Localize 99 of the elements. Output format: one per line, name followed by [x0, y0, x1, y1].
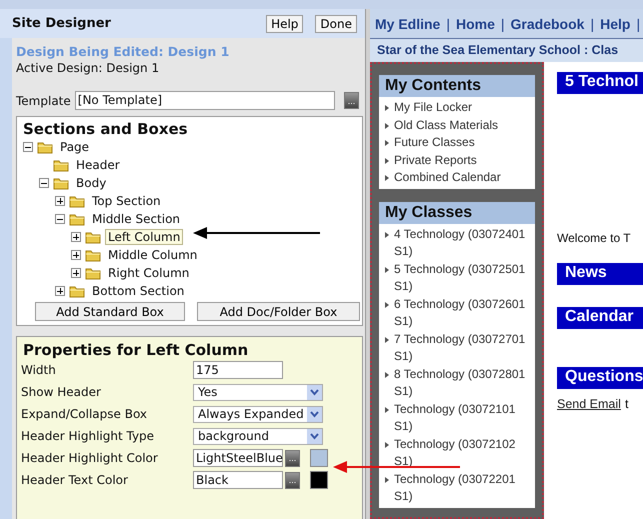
section-heading: Calendar: [557, 307, 643, 329]
chevron-down-icon: [307, 428, 322, 444]
welcome-text: Welcome to T: [557, 231, 632, 245]
browse-button[interactable]: ...: [285, 450, 300, 466]
collapse-icon[interactable]: [55, 214, 65, 224]
dropdown[interactable]: background: [193, 428, 323, 444]
tree-item[interactable]: Middle Section: [89, 211, 184, 227]
expand-icon[interactable]: [55, 286, 65, 296]
box-link[interactable]: Technology (03072201 S1): [394, 470, 531, 506]
school-bar: Star of the Sea Elementary School : Clas: [370, 39, 643, 62]
bullet-icon: [385, 140, 389, 146]
nav-link[interactable]: Home: [456, 16, 495, 32]
expand-icon[interactable]: [55, 196, 65, 206]
email-link[interactable]: Send Email: [557, 397, 621, 411]
tree-item[interactable]: Bottom Section: [89, 283, 188, 299]
collapse-icon[interactable]: [39, 178, 49, 188]
property-label: Header Highlight Type: [21, 428, 156, 445]
property-label: Header Text Color: [21, 472, 129, 489]
expand-icon[interactable]: [71, 232, 81, 242]
box-link[interactable]: Old Class Materials: [394, 116, 498, 134]
box-header: My Classes: [379, 202, 535, 224]
property-label: Show Header: [21, 384, 102, 401]
box-link[interactable]: 4 Technology (03072401 S1): [394, 226, 531, 260]
header-button[interactable]: Done: [315, 14, 357, 32]
folder-icon: [85, 248, 101, 262]
property-label: Width: [21, 362, 57, 379]
nav-link[interactable]: My Edline: [375, 16, 440, 32]
folder-icon: [85, 230, 101, 244]
tree-item[interactable]: Left Column: [105, 229, 184, 245]
tree-item[interactable]: Top Section: [89, 193, 164, 209]
box-link[interactable]: 5 Technology (03072501 S1): [394, 260, 531, 296]
box-link[interactable]: Combined Calendar: [394, 169, 501, 186]
bullet-icon: [385, 336, 389, 342]
section-title: Sections and Boxes: [23, 120, 189, 138]
template-field[interactable]: [No Template]: [74, 91, 335, 110]
folder-icon: [69, 194, 85, 208]
field-label: Template: [16, 94, 71, 108]
nav-link[interactable]: Gradebook: [510, 16, 584, 32]
section-heading: News: [557, 263, 643, 285]
bullet-icon: [385, 372, 389, 378]
browse-button[interactable]: ...: [344, 92, 359, 109]
box-link[interactable]: My File Locker: [394, 99, 472, 116]
add-box-button[interactable]: Add Doc/Folder Box: [197, 302, 360, 321]
link-text: t: [624, 397, 628, 411]
section-heading: Questions: [557, 367, 643, 389]
separator: |: [446, 16, 450, 32]
bullet-icon: [385, 302, 389, 308]
separator: |: [636, 16, 640, 32]
folder-icon: [53, 158, 69, 172]
design-being-edited: Design Being Edited: Design 1: [16, 44, 230, 59]
text-field[interactable]: 175: [193, 361, 283, 379]
property-label: Header Highlight Color: [21, 450, 159, 467]
expand-icon[interactable]: [71, 268, 81, 278]
bullet-icon: [385, 232, 389, 238]
active-design: Active Design: Design 1: [16, 61, 160, 75]
tree-item[interactable]: Page: [57, 139, 92, 155]
bullet-icon: [385, 175, 389, 181]
box-link[interactable]: 7 Technology (03072701 S1): [394, 330, 531, 366]
browse-button[interactable]: ...: [285, 472, 300, 488]
folder-icon: [53, 176, 69, 190]
box-link[interactable]: Technology (03072102 S1): [394, 436, 531, 470]
separator: |: [500, 16, 505, 32]
box-header: My Contents: [379, 75, 535, 97]
folder-icon: [37, 140, 53, 154]
bullet-icon: [385, 105, 389, 111]
chevron-down-icon: [307, 406, 322, 422]
folder-icon: [85, 266, 101, 280]
panel-title: Site Designer: [12, 16, 112, 31]
tree-item[interactable]: Body: [73, 175, 110, 191]
separator: |: [590, 16, 594, 32]
nav-link[interactable]: Help: [600, 16, 630, 32]
dropdown[interactable]: Always Expanded: [193, 406, 323, 422]
dropdown[interactable]: Yes: [193, 384, 323, 400]
bullet-icon: [385, 476, 389, 482]
folder-icon: [69, 284, 85, 298]
bullet-icon: [385, 158, 389, 164]
chevron-down-icon: [307, 384, 322, 400]
box-link[interactable]: Technology (03072101 S1): [394, 400, 531, 436]
text-field[interactable]: Black: [193, 471, 283, 489]
collapse-icon[interactable]: [23, 142, 33, 152]
bullet-icon: [385, 122, 389, 128]
text-field[interactable]: LightSteelBlue: [193, 449, 283, 467]
section-heading: 5 Technol: [557, 72, 643, 94]
bullet-icon: [385, 266, 389, 272]
header-button[interactable]: Help: [266, 14, 304, 32]
bullet-icon: [385, 442, 389, 448]
folder-icon: [69, 212, 85, 226]
box-link[interactable]: 6 Technology (03072601 S1): [394, 296, 531, 330]
box-link[interactable]: Future Classes: [394, 134, 475, 152]
add-box-button[interactable]: Add Standard Box: [35, 302, 185, 321]
expand-icon[interactable]: [71, 250, 81, 260]
box-link[interactable]: Private Reports: [394, 152, 477, 169]
tree-item[interactable]: Header: [73, 157, 123, 173]
tree-item[interactable]: Middle Column: [105, 247, 200, 263]
property-label: Expand/Collapse Box: [21, 406, 148, 423]
section-title: Properties for Left Column: [23, 341, 250, 359]
box-link[interactable]: 8 Technology (03072801 S1): [394, 366, 531, 400]
bullet-icon: [385, 406, 389, 412]
tree-item[interactable]: Right Column: [105, 265, 192, 281]
